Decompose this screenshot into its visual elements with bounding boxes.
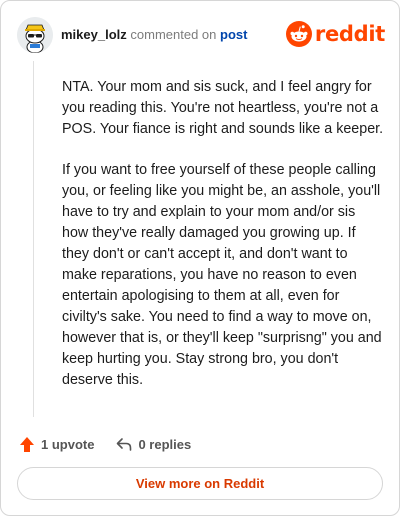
username-link[interactable]: mikey_lolz — [61, 27, 127, 42]
replies-count: 0 replies — [138, 436, 192, 452]
comment-paragraph: NTA. Your mom and sis suck, and I feel a… — [62, 79, 384, 137]
comment-header: mikey_lolz commented on post reddit — [17, 17, 385, 53]
comment-paragraph: If you want to free yourself of these pe… — [62, 162, 382, 388]
action-text: commented on — [130, 27, 217, 42]
comment-card: mikey_lolz commented on post reddit NTA.… — [0, 0, 400, 516]
reddit-wordmark: reddit — [314, 22, 385, 46]
upvote-arrow-icon — [20, 436, 34, 452]
reddit-logo-icon — [285, 21, 312, 47]
reply-arrow-icon — [117, 437, 132, 451]
post-link[interactable]: post — [220, 27, 247, 42]
comment-body: NTA. Your mom and sis suck, and I feel a… — [33, 61, 385, 417]
comment-actions: 1 upvote 0 replies — [19, 433, 191, 455]
snoo-avatar-icon[interactable] — [17, 17, 53, 53]
replies-button[interactable]: 0 replies — [116, 437, 191, 452]
reddit-brand[interactable]: reddit — [285, 20, 385, 48]
upvote-button[interactable]: 1 upvote — [19, 436, 94, 453]
comment-meta: mikey_lolz commented on post — [61, 27, 247, 43]
upvote-count: 1 upvote — [41, 436, 95, 452]
view-more-button[interactable]: View more on Reddit — [17, 467, 383, 500]
